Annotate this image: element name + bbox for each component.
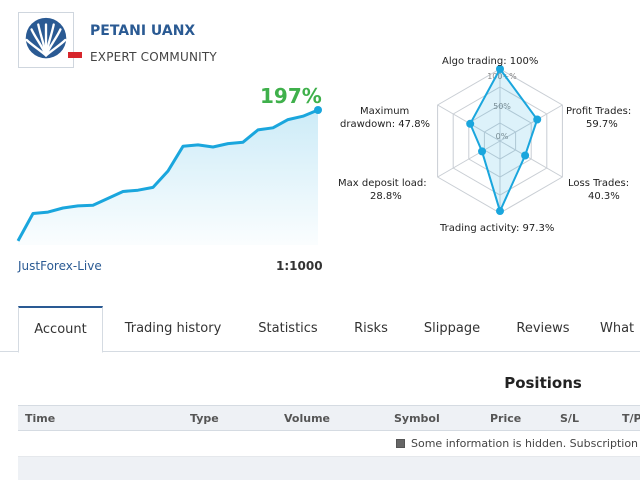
broker-server[interactable]: JustForex-Live [18,259,102,273]
radar-value-max-drawdown: drawdown: 47.8% [340,119,431,130]
column-header-time[interactable]: Time [25,412,55,425]
leverage-value: 1:1000 [276,259,323,273]
tab-account[interactable]: Account [18,306,103,353]
positions-table-header: Time Type Volume Symbol Price S/L T/P [18,405,640,431]
tab-slippage[interactable]: Slippage [418,306,486,352]
radar-label-max-deposit-load: Max deposit load: [338,178,427,189]
tab-whats-new[interactable]: What [600,306,640,352]
community-logo-icon [19,17,73,67]
radar-chart: 100+% 50% 0% Algo trading: 100% Profit Tra… [330,50,640,240]
tab-reviews[interactable]: Reviews [510,306,576,352]
column-header-type[interactable]: Type [190,412,219,425]
column-header-price[interactable]: Price [490,412,521,425]
tab-risks[interactable]: Risks [348,306,394,352]
radar-label-profit-trades: Profit Trades: [566,106,632,117]
column-header-symbol[interactable]: Symbol [394,412,440,425]
growth-endpoint [314,106,322,114]
hidden-info-text: Some information is hidden. Subscription [411,437,639,450]
tab-bar: Account Trading history Statistics Risks… [0,306,640,353]
country-flag-icon [68,52,82,58]
tab-statistics[interactable]: Statistics [250,306,326,352]
growth-chart [16,106,322,245]
growth-area [18,110,318,245]
radar-value-polygon [469,67,539,214]
radar-value-point [533,115,542,124]
table-row: Some information is hidden. Subscription [18,431,640,457]
radar-value-point [466,119,475,128]
radar-label-loss-trades: Loss Trades: [568,178,630,189]
profile-subtitle: EXPERT COMMUNITY [90,50,217,64]
radar-label-trading-activity: Trading activity: 97.3% [440,223,555,234]
radar-value-point [521,151,530,160]
table-footer [18,457,640,480]
radar-label-max-drawdown: Maximum [360,106,410,117]
radar-value-point [478,147,487,156]
radar-label-algo-trading: Algo trading: 100% [442,56,539,67]
column-header-sl[interactable]: S/L [560,412,579,425]
lock-icon [396,439,405,448]
tab-trading-history[interactable]: Trading history [118,306,228,352]
radar-value-point [496,207,504,216]
positions-title: Positions [504,374,582,392]
column-header-tp[interactable]: T/P [622,412,640,425]
radar-value-loss-trades: 40.3% [588,191,620,202]
profile-name[interactable]: PETANI UANX [90,23,195,39]
avatar[interactable] [18,12,74,68]
hidden-info-notice: Some information is hidden. Subscription [396,437,638,450]
radar-value-max-deposit-load: 28.8% [370,191,402,202]
column-header-volume[interactable]: Volume [284,412,330,425]
radar-value-profit-trades: 59.7% [586,119,618,130]
